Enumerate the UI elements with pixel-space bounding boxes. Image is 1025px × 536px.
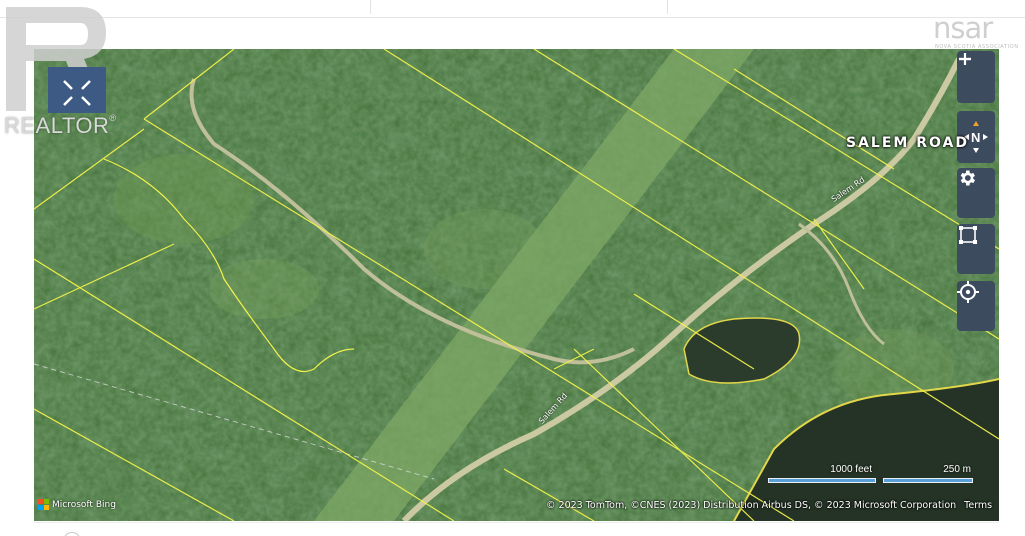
nsar-logo: nsar NOVA SCOTIA ASSOCIATION (930, 6, 1020, 50)
map-view[interactable]: N SALEM ROAD Salem Rd Salem Rd 1000 feet… (34, 49, 999, 521)
terms-link[interactable]: Terms (964, 500, 992, 511)
satellite-imagery (34, 49, 999, 521)
compass-north-label: N (971, 130, 981, 145)
bing-label: Microsoft Bing (52, 499, 116, 510)
nsar-wordmark: nsar (933, 11, 993, 45)
listing-page: N SALEM ROAD Salem Rd Salem Rd 1000 feet… (0, 0, 1025, 536)
scale-bar-meters: 250 m (883, 464, 973, 486)
realtor-wordmark: REALTOR® (4, 113, 117, 138)
scale-feet-bar (768, 478, 876, 483)
microsoft-logo-icon (38, 499, 49, 510)
circle-button[interactable] (63, 532, 81, 536)
scale-bar-feet: 1000 feet (768, 464, 876, 486)
locate-button[interactable] (957, 281, 995, 331)
scale-feet-label: 1000 feet (830, 464, 872, 475)
tab-separator (667, 0, 668, 14)
tab-separator (370, 0, 371, 14)
realtor-r-mark-icon (6, 7, 106, 113)
select-area-button[interactable] (957, 224, 995, 274)
copyright-text: © 2023 TomTom, ©CNES (2023) Distribution… (546, 500, 957, 511)
zoom-out-button[interactable] (957, 57, 995, 103)
map-settings-button[interactable] (957, 168, 995, 218)
nsar-subtitle: NOVA SCOTIA ASSOCIATION (935, 44, 1019, 50)
road-label: SALEM ROAD (846, 135, 969, 151)
realtor-logo: REALTOR® (0, 5, 120, 140)
map-copyright: © 2023 TomTom, ©CNES (2023) Distribution… (546, 500, 992, 511)
zoom-control (957, 51, 995, 103)
scale-meters-label: 250 m (943, 464, 971, 475)
scale-meters-bar (883, 478, 973, 483)
top-tab-strip (0, 0, 1025, 18)
bottom-toolbar (34, 522, 999, 536)
bing-attribution[interactable]: Microsoft Bing (38, 499, 116, 510)
